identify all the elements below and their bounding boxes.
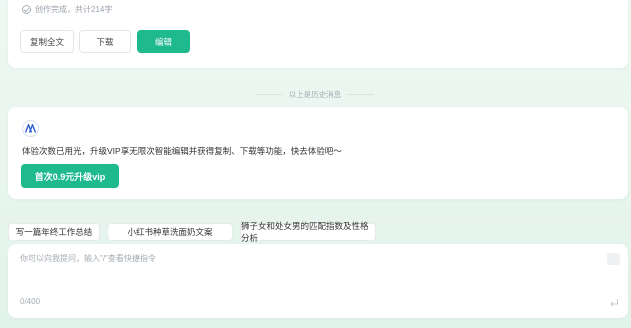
enter-icon[interactable] [609,298,619,308]
status-text: 创作完成，共计214字 [35,5,113,14]
promo-card: 体验次数已用光，升级VIP享无限次智能编辑并获得复制、下载等功能，快去体验吧～ … [8,107,628,199]
status-row: 创作完成，共计214字 [22,4,112,15]
suggestion-chip-zodiac-analysis[interactable]: 狮子女和处女男的匹配指数及性格分析 [240,221,376,243]
copy-all-button[interactable]: 复制全文 [20,30,74,53]
suggestion-chip-xiaohongshu[interactable]: 小红书种草洗面奶文案 [107,223,233,241]
promo-message: 体验次数已用光，升级VIP享无限次智能编辑并获得复制、下载等功能，快去体验吧～ [22,146,342,156]
upgrade-vip-button[interactable]: 首次0.9元升级vip [21,164,119,188]
chat-input-placeholder[interactable]: 你可以向我提问，输入"/"查看快捷指令 [20,253,156,264]
history-divider-text: 以上是历史消息 [288,89,342,99]
edit-button[interactable]: 编辑 [137,30,190,53]
divider-line-left [256,93,283,95]
check-circle-icon [22,5,31,14]
chat-input-card[interactable]: 你可以向我提问，输入"/"查看快捷指令 0/400 [8,244,628,318]
download-button[interactable]: 下载 [79,30,131,53]
app-logo-icon [22,120,39,137]
app-logo-glyph [25,124,36,133]
attachment-icon[interactable] [607,253,620,265]
char-count: 0/400 [20,297,41,306]
result-card: 创作完成，共计214字 复制全文 下载 编辑 [8,0,628,68]
suggestion-chip-year-summary[interactable]: 写一篇年终工作总结 [8,223,100,241]
history-divider: 以上是历史消息 [250,88,380,100]
divider-line-right [347,93,374,95]
